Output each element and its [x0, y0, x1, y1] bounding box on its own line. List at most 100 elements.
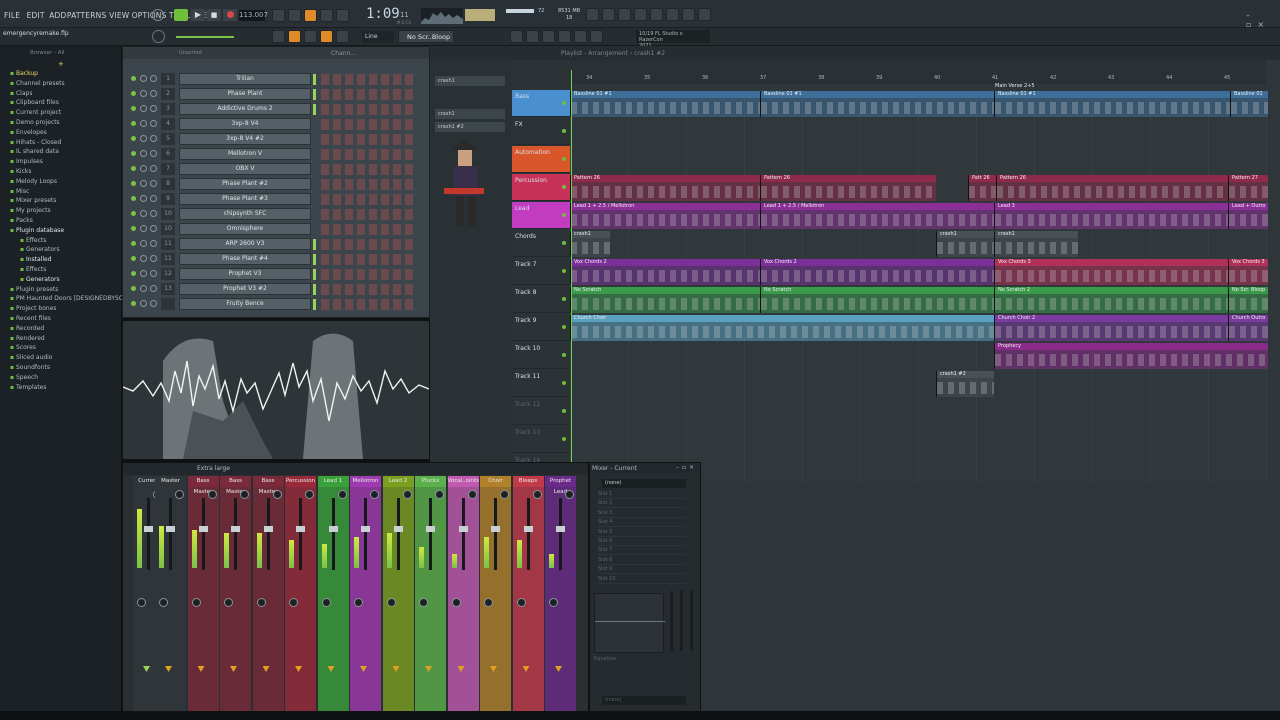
- playlist-clip[interactable]: Church Choir 2: [994, 315, 1228, 341]
- stereo-separation-knob[interactable]: [321, 598, 331, 607]
- channel-mixer-track[interactable]: 11: [161, 253, 175, 265]
- pan-knob[interactable]: [370, 490, 379, 499]
- stereo-separation-knob[interactable]: [516, 598, 526, 607]
- fader-cap[interactable]: [144, 526, 153, 532]
- channel-select-indicator[interactable]: [313, 149, 316, 160]
- route-arrow-icon[interactable]: [522, 666, 530, 672]
- mixer-current-window-controls[interactable]: –▫×: [676, 464, 697, 471]
- channel-mute-led[interactable]: [131, 256, 136, 261]
- track-header[interactable]: FX: [512, 118, 570, 145]
- channel-select-indicator[interactable]: [313, 179, 316, 190]
- menu-edit[interactable]: EDIT: [27, 11, 45, 20]
- playlist-clip[interactable]: No Scratch: [760, 287, 994, 313]
- playhead[interactable]: [571, 70, 572, 490]
- browser-item[interactable]: ▪ Project bones: [10, 305, 57, 312]
- browser-item[interactable]: ▪ Effects: [20, 266, 46, 273]
- track-mute-led[interactable]: [562, 325, 566, 329]
- undo-icon[interactable]: [586, 8, 599, 21]
- channel-mixer-track[interactable]: 1: [161, 73, 175, 85]
- browser-item[interactable]: ▪ Claps: [10, 90, 32, 97]
- pattern-song-toggle[interactable]: [174, 9, 188, 21]
- channel-rack-window-icon[interactable]: [666, 8, 679, 21]
- pan-knob[interactable]: [435, 490, 444, 499]
- browser-item[interactable]: ▪ Demo projects: [10, 119, 60, 126]
- channel-mute-led[interactable]: [131, 196, 136, 201]
- track-mute-led[interactable]: [562, 157, 566, 161]
- route-arrow-icon[interactable]: [143, 666, 150, 672]
- track-header[interactable]: Track 9: [512, 314, 570, 341]
- mixer-strip[interactable]: Bleeps: [512, 476, 544, 711]
- channel-mute-led[interactable]: [131, 226, 136, 231]
- browser-item[interactable]: ▪ Impulses: [10, 158, 43, 165]
- channel-volume-knob[interactable]: [140, 180, 147, 187]
- playlist-clip[interactable]: Vox Chords 3: [994, 259, 1228, 285]
- effect-slot[interactable]: Slot 8: [598, 557, 686, 565]
- mixer-strip[interactable]: Vocal..oints: [447, 476, 479, 711]
- pan-knob[interactable]: [402, 490, 412, 499]
- track-header[interactable]: Track 13: [512, 426, 570, 453]
- play-button[interactable]: ▶: [191, 9, 205, 21]
- fader-cap[interactable]: [523, 526, 533, 532]
- playlist-clip[interactable]: Bassline 01 #1: [994, 91, 1230, 117]
- wait-input-icon[interactable]: [288, 9, 301, 22]
- browser-item[interactable]: ▪ Generators: [20, 276, 60, 283]
- track-mute-led[interactable]: [562, 185, 566, 189]
- channel-volume-knob[interactable]: [140, 135, 147, 142]
- channel-select-indicator[interactable]: [313, 104, 316, 115]
- browser-item[interactable]: ▪ My projects: [10, 207, 51, 214]
- channel-pan-knob[interactable]: [150, 75, 157, 82]
- step-sequencer[interactable]: [321, 254, 417, 265]
- browser-item[interactable]: ▪ Effects: [20, 237, 46, 244]
- channel-volume-knob[interactable]: [140, 105, 147, 112]
- channel-mute-led[interactable]: [131, 151, 136, 156]
- browser-icon[interactable]: [558, 30, 571, 43]
- tempo-display[interactable]: 113.007: [239, 10, 268, 21]
- fader-cap[interactable]: [556, 526, 565, 532]
- mixer-strip[interactable]: Bass Master: [220, 476, 251, 711]
- channel-button[interactable]: Addictive Drums 2: [179, 103, 311, 115]
- channel-volume-knob[interactable]: [140, 300, 147, 307]
- volume-fader[interactable]: [494, 498, 497, 570]
- browser-item[interactable]: ▪ Mixer presets: [10, 197, 56, 204]
- mixer-icon[interactable]: [510, 30, 523, 43]
- wave-icon[interactable]: [590, 30, 603, 43]
- fader-cap[interactable]: [491, 526, 500, 532]
- channel-mixer-track[interactable]: 10: [161, 223, 175, 235]
- browser-item[interactable]: ▪ Scores: [10, 344, 36, 351]
- playlist-clip[interactable]: No Scratch: [570, 287, 760, 313]
- channel-select-indicator[interactable]: [313, 284, 316, 295]
- channel-pan-knob[interactable]: [150, 210, 157, 217]
- browser-item[interactable]: ▪ Templates: [10, 384, 47, 391]
- channel-button[interactable]: Prophet V3 #2: [179, 283, 311, 295]
- browser-item[interactable]: ▪ Generators: [20, 246, 60, 253]
- browser-item[interactable]: ▪ Current project: [10, 109, 61, 116]
- fader-cap[interactable]: [426, 526, 435, 532]
- effect-slot[interactable]: Slot 6: [598, 538, 686, 546]
- route-arrow-icon[interactable]: [327, 666, 335, 672]
- fader-cap[interactable]: [296, 526, 305, 532]
- channel-select-indicator[interactable]: [313, 224, 316, 235]
- channel-mixer-track[interactable]: 3: [161, 103, 175, 115]
- channel-select-indicator[interactable]: [313, 299, 316, 310]
- mixer-strip[interactable]: Bass Master: [252, 476, 284, 711]
- step-sequencer[interactable]: [321, 239, 417, 250]
- fader-cap[interactable]: [393, 526, 403, 532]
- mixer-strip[interactable]: Plucks: [415, 476, 446, 711]
- browser-item[interactable]: ▪ Installed: [20, 256, 52, 263]
- pan-knob[interactable]: [272, 490, 282, 499]
- track-mute-led[interactable]: [562, 213, 566, 217]
- track-header[interactable]: Track 8: [512, 286, 570, 313]
- step-sequencer[interactable]: [321, 224, 417, 235]
- channel-volume-knob[interactable]: [140, 90, 147, 97]
- channel-pan-knob[interactable]: [150, 180, 157, 187]
- mixer-strip[interactable]: Choir: [480, 476, 511, 711]
- browser-item[interactable]: ▪ Plugin presets: [10, 286, 58, 293]
- browser-item[interactable]: ▪ Kicks: [10, 168, 32, 175]
- volume-fader[interactable]: [201, 498, 205, 570]
- channel-mute-led[interactable]: [131, 76, 136, 81]
- track-mute-led[interactable]: [562, 437, 566, 441]
- channel-button[interactable]: Phase Plant #2: [179, 178, 311, 190]
- channel-mixer-track[interactable]: 12: [161, 268, 175, 280]
- channel-mixer-track[interactable]: 11: [161, 238, 175, 250]
- channel-button[interactable]: Omnisphere: [179, 223, 311, 235]
